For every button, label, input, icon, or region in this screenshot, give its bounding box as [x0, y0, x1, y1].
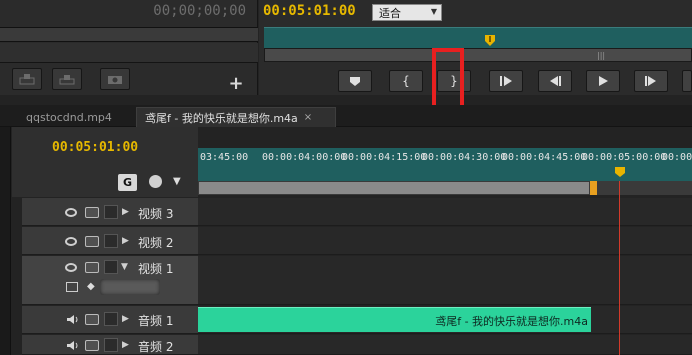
playhead-line[interactable] — [619, 181, 620, 355]
ruler-tick: 00:00:04:15:00 — [342, 152, 427, 163]
marker-icon — [350, 77, 360, 86]
timeline-timecode[interactable]: 00:05:01:00 — [52, 140, 138, 155]
fit-select-value: 适合 — [379, 6, 401, 20]
mark-in-icon: { — [402, 74, 410, 88]
keyframe-navigator[interactable] — [100, 279, 160, 295]
speaker-icon[interactable] — [66, 340, 79, 351]
track-label: 音频 1 — [138, 314, 174, 328]
export-frame-button[interactable] — [100, 68, 130, 90]
program-ruler[interactable] — [264, 27, 692, 48]
go-to-in-button[interactable] — [489, 70, 523, 92]
step-forward-icon — [645, 76, 656, 86]
eye-icon[interactable] — [65, 237, 77, 246]
track-label: 视频 2 — [138, 236, 174, 250]
tools-strip — [0, 127, 11, 355]
track-area-video3[interactable] — [198, 198, 692, 226]
lock-toggle[interactable] — [104, 260, 118, 274]
marker-globe-icon[interactable] — [149, 175, 162, 188]
close-icon[interactable]: × — [304, 112, 312, 123]
lock-toggle[interactable] — [104, 338, 118, 352]
source-ruler[interactable] — [0, 27, 258, 42]
track-label: 视频 1 — [138, 262, 174, 276]
chevron-down-icon: ▼ — [430, 7, 437, 16]
add-button[interactable]: + — [228, 75, 244, 93]
step-back-button[interactable] — [538, 70, 572, 92]
tab-label: 鸢尾f - 我的快乐就是想你.m4a — [145, 111, 298, 125]
play-button[interactable] — [586, 70, 620, 92]
track-area-audio2[interactable] — [198, 335, 692, 355]
lock-toggle[interactable] — [104, 205, 118, 219]
film-icon[interactable] — [85, 236, 99, 247]
add-marker-icon[interactable]: ▼ — [173, 176, 181, 187]
mark-in-button[interactable]: { — [389, 70, 423, 92]
ruler-tick: 00:00:04:45:00 — [502, 152, 587, 163]
tab-label: qqstocdnd.mp4 — [26, 110, 112, 124]
expand-icon[interactable]: ▶ — [122, 340, 129, 350]
scroll-grip-icon: ||| — [597, 51, 606, 60]
insert-button[interactable] — [12, 68, 42, 90]
program-scrollbar[interactable] — [264, 48, 692, 62]
work-area-end-handle[interactable] — [590, 181, 597, 195]
overwrite-button[interactable] — [52, 68, 82, 90]
track-area-video1[interactable] — [198, 256, 692, 305]
eye-icon[interactable] — [65, 263, 77, 272]
playhead-icon[interactable] — [613, 166, 627, 179]
ruler-tick: 00:00:04:00:00 — [262, 152, 347, 163]
track-area-video2[interactable] — [198, 227, 692, 255]
lock-toggle[interactable] — [104, 234, 118, 248]
insert-icon — [19, 74, 35, 85]
step-forward-button[interactable] — [634, 70, 668, 92]
lock-toggle[interactable] — [104, 312, 118, 326]
work-area-remaining — [597, 181, 692, 195]
playhead-icon[interactable] — [484, 34, 496, 47]
timeline-header — [12, 127, 198, 197]
track-label: 音频 2 — [138, 340, 174, 354]
camera-icon — [108, 76, 122, 84]
eye-icon[interactable] — [65, 208, 77, 217]
program-timecode[interactable]: 00:05:01:00 — [263, 3, 356, 19]
expand-icon[interactable]: ▶ — [122, 207, 129, 217]
overwrite-icon — [59, 75, 75, 85]
snap-button[interactable]: G — [118, 174, 137, 191]
step-back-icon — [550, 76, 561, 86]
source-scrollbar[interactable] — [0, 43, 258, 63]
ruler-tick: 00:00:04:30:00 — [422, 152, 507, 163]
ruler-tick: 00:00: — [662, 152, 692, 163]
source-timecode[interactable]: 00;00;00;00 — [120, 3, 246, 19]
tab-qqstocdnd[interactable]: qqstocdnd.mp4 — [18, 107, 136, 127]
film-icon[interactable] — [85, 340, 99, 351]
collapse-icon[interactable]: ▼ — [121, 262, 128, 272]
ruler-tick: 03:45:00 — [200, 152, 249, 163]
film-icon[interactable] — [85, 314, 99, 325]
play-icon — [599, 76, 608, 86]
add-marker-button[interactable] — [338, 70, 372, 92]
expand-icon[interactable]: ▶ — [122, 236, 129, 246]
tab-audio-sequence[interactable]: 鸢尾f - 我的快乐就是想你.m4a × — [136, 107, 336, 127]
audio-clip-label: 鸢尾f - 我的快乐就是想你.m4a — [435, 315, 588, 328]
expand-icon[interactable]: ▶ — [122, 314, 129, 324]
more-controls-button[interactable] — [682, 70, 692, 92]
film-icon[interactable] — [85, 262, 99, 273]
film-icon[interactable] — [85, 207, 99, 218]
keyframe-display-icon[interactable] — [66, 282, 78, 292]
fit-select[interactable]: 适合 ▼ — [372, 4, 442, 21]
track-label: 视频 3 — [138, 207, 174, 221]
go-to-in-icon — [500, 76, 512, 86]
ruler-tick: 00:00:05:00:00 — [582, 152, 667, 163]
keyframe-icon[interactable]: ◆ — [87, 281, 95, 292]
speaker-icon[interactable] — [66, 314, 79, 325]
work-area-bar[interactable] — [198, 181, 590, 195]
